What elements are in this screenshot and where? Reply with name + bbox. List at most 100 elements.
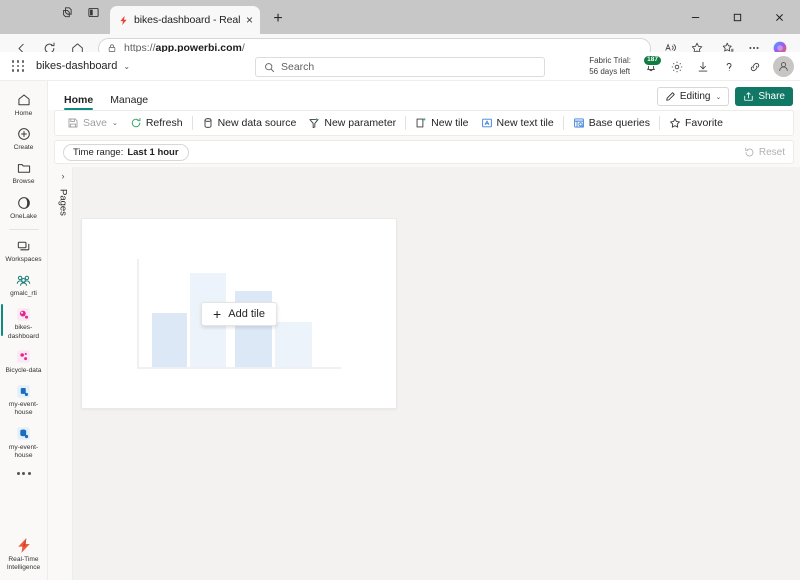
- notification-bell-icon[interactable]: 187: [638, 52, 663, 81]
- new-tile-icon: [415, 117, 427, 129]
- time-range-pill[interactable]: Time range: Last 1 hour: [63, 143, 189, 161]
- ribbon-actions: Editing ⌄ Share: [650, 87, 800, 110]
- pencil-icon: [665, 91, 676, 102]
- refresh-button[interactable]: Refresh: [124, 112, 189, 134]
- plus-icon: +: [213, 305, 222, 322]
- search-input[interactable]: Search: [255, 57, 545, 77]
- app-root: bikes-dashboard - Real-Time Inte × +: [0, 0, 800, 580]
- plus-circle-icon: [15, 125, 33, 143]
- notification-count: 187: [643, 55, 662, 66]
- chevron-down-icon: ⌄: [715, 93, 722, 101]
- avatar[interactable]: [773, 56, 794, 77]
- tab-actions-icon[interactable]: [54, 0, 80, 29]
- sidebar-item-gmalc-rti[interactable]: gmalc_rti: [0, 267, 47, 301]
- download-icon[interactable]: [690, 52, 715, 81]
- save-button[interactable]: Save ⌄: [61, 112, 124, 134]
- new-tab-button[interactable]: +: [268, 9, 288, 29]
- gear-icon[interactable]: [664, 52, 689, 81]
- sidebar-item-browse[interactable]: Browse: [0, 155, 47, 189]
- command-divider: [659, 116, 660, 130]
- sidebar-item-label: my-event-house: [8, 443, 39, 459]
- sidebar-item-realtime-intelligence[interactable]: Real-Time Intelligence: [0, 533, 47, 580]
- dashboard-canvas[interactable]: + Add tile: [73, 167, 800, 580]
- sidebar-item-my-eventhouse-2[interactable]: my-event-house: [0, 421, 47, 463]
- command-divider: [405, 116, 407, 130]
- share-icon: [743, 91, 754, 102]
- editing-mode-button[interactable]: Editing ⌄: [656, 87, 730, 106]
- chart-axis: [137, 258, 139, 369]
- app-launcher-icon[interactable]: [0, 60, 36, 72]
- chevron-down-icon[interactable]: ⌄: [123, 62, 130, 71]
- share-label: Share: [758, 91, 785, 102]
- chevron-right-icon[interactable]: ›: [62, 171, 65, 181]
- trial-line-2: 56 days left: [589, 66, 631, 76]
- page-title: bikes-dashboard: [36, 60, 118, 72]
- sidebar-item-create[interactable]: Create: [0, 121, 47, 155]
- base-queries-icon: [573, 117, 585, 129]
- workspace-group-icon: [15, 271, 33, 289]
- save-label: Save: [83, 117, 107, 129]
- browser-tab[interactable]: bikes-dashboard - Real-Time Inte ×: [110, 6, 260, 34]
- browser-tab-title: bikes-dashboard - Real-Time Inte: [134, 14, 240, 26]
- realtime-intelligence-icon: [15, 537, 33, 555]
- chevron-down-icon[interactable]: ⌄: [112, 119, 118, 127]
- favorite-button[interactable]: Favorite: [663, 112, 729, 134]
- lightning-bolt-icon: [118, 15, 129, 26]
- split-screen-icon[interactable]: [80, 0, 106, 29]
- sidebar-item-my-eventhouse-1[interactable]: my-event-house: [0, 378, 47, 420]
- trial-line-1: Fabric Trial:: [589, 56, 631, 66]
- refresh-circle-icon: [130, 117, 142, 129]
- new-tile-button[interactable]: New tile: [409, 112, 474, 134]
- command-divider: [191, 116, 193, 130]
- sidebar-item-workspaces[interactable]: Workspaces: [0, 233, 47, 267]
- rail-divider: [8, 228, 39, 230]
- tab-manage[interactable]: Manage: [103, 94, 155, 110]
- pages-panel[interactable]: › Pages: [54, 167, 73, 580]
- workload-ribbon: Home Manage Editing ⌄ Share: [48, 81, 800, 110]
- sidebar-more-button[interactable]: [16, 463, 31, 480]
- sidebar-item-onelake[interactable]: OneLake: [0, 190, 47, 224]
- new-text-tile-button[interactable]: New text tile: [475, 112, 560, 134]
- help-question-icon[interactable]: [716, 52, 741, 81]
- chart-baseline: [137, 366, 341, 369]
- sidebar-item-home[interactable]: Home: [0, 87, 47, 121]
- empty-state-placeholder: + Add tile: [82, 219, 396, 408]
- tab-home[interactable]: Home: [57, 94, 100, 110]
- reset-label: Reset: [758, 146, 785, 158]
- empty-tile-card[interactable]: + Add tile: [81, 218, 397, 409]
- sidebar-item-label: Workspaces: [5, 255, 42, 263]
- minimize-button[interactable]: [674, 1, 716, 33]
- add-tile-button[interactable]: + Add tile: [201, 301, 277, 326]
- maximize-button[interactable]: [716, 1, 758, 33]
- editing-label: Editing: [679, 91, 711, 102]
- base-queries-button[interactable]: Base queries: [567, 112, 656, 134]
- onelake-icon: [15, 194, 33, 212]
- reset-arrow-icon: [744, 147, 755, 158]
- close-icon[interactable]: ×: [245, 14, 254, 26]
- new-parameter-button[interactable]: New parameter: [302, 112, 402, 134]
- reset-button[interactable]: Reset: [744, 147, 785, 158]
- home-icon: [15, 91, 33, 109]
- feedback-link-icon[interactable]: [742, 52, 767, 81]
- new-parameter-label: New parameter: [324, 117, 397, 129]
- share-button[interactable]: Share: [735, 87, 793, 106]
- ribbon-tabs: Home Manage: [48, 81, 155, 110]
- new-data-source-button[interactable]: New data source: [196, 112, 303, 134]
- command-bar: Save ⌄ Refresh New data source New param…: [54, 110, 794, 136]
- tab-strip-spacer: [0, 0, 54, 34]
- sidebar-item-label: gmalc_rti: [10, 290, 37, 298]
- search-icon: [264, 62, 275, 73]
- window-close-button[interactable]: [758, 1, 800, 33]
- pages-label: Pages: [57, 189, 69, 216]
- add-tile-label: Add tile: [228, 307, 265, 320]
- sidebar-item-bikes-dashboard[interactable]: bikes-dashboard: [0, 301, 47, 343]
- database-icon: [202, 117, 214, 129]
- browser-tab-strip: bikes-dashboard - Real-Time Inte × +: [0, 0, 800, 34]
- sidebar-item-label: Home: [14, 110, 33, 117]
- sidebar-item-bicycle-data[interactable]: Bicycle-data: [0, 344, 47, 378]
- text-tile-icon: [481, 117, 493, 129]
- sidebar-item-label: Real-Time Intelligence: [6, 555, 41, 571]
- folder-icon: [15, 159, 33, 177]
- base-queries-label: Base queries: [588, 117, 650, 129]
- search-placeholder: Search: [281, 61, 315, 73]
